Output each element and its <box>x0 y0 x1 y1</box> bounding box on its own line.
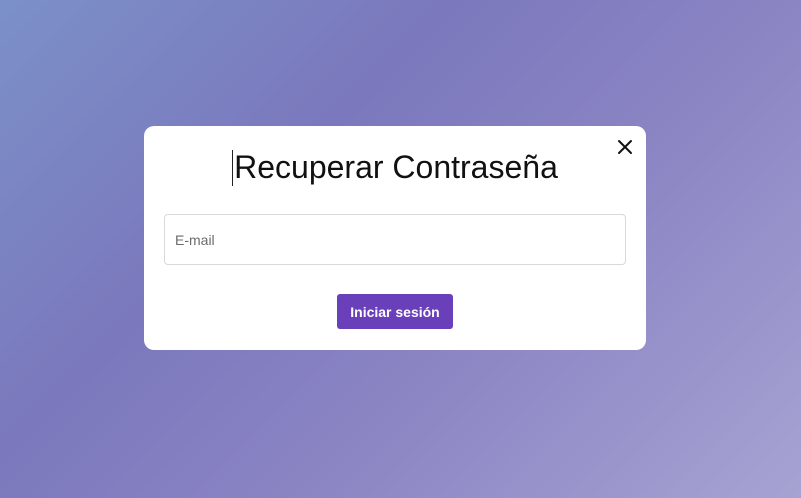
text-cursor <box>232 149 234 186</box>
modal-title: Recuperar Contraseña <box>144 148 646 188</box>
email-field[interactable] <box>164 214 626 265</box>
modal-title-text: Recuperar Contraseña <box>234 149 558 185</box>
login-button[interactable]: Iniciar sesión <box>337 294 453 329</box>
recover-password-modal: Recuperar Contraseña Iniciar sesión <box>144 126 646 350</box>
